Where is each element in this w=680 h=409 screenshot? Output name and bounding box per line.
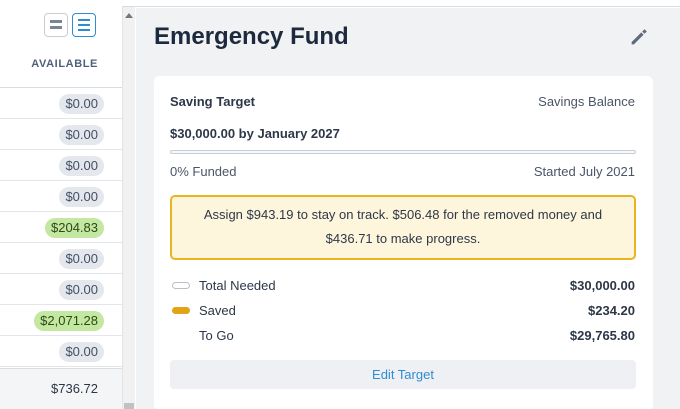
saved-value: $234.20 (588, 303, 635, 318)
available-amount-pill[interactable]: $0.00 (59, 187, 104, 207)
available-amount-pill[interactable]: $2,071.28 (34, 311, 104, 331)
list-view-button[interactable] (72, 13, 96, 37)
to-go-label: To Go (199, 328, 234, 343)
target-summary: $30,000.00 by January 2027 (170, 126, 340, 141)
inspector-title: Emergency Fund (154, 23, 349, 50)
pencil-edit-icon[interactable] (628, 26, 650, 48)
available-row: $0.00 (0, 150, 122, 181)
saved-label: Saved (199, 303, 236, 318)
savings-balance-label: Savings Balance (538, 94, 635, 109)
available-row: $0.00 (0, 243, 122, 274)
available-total-value: $736.72 (51, 381, 98, 396)
scroll-up-arrow-icon[interactable] (125, 13, 133, 18)
alert-line-1: Assign $943.19 to stay on track. $506.48… (203, 207, 603, 222)
started-date: Started July 2021 (533, 164, 635, 179)
available-column: AVAILABLE $0.00 $0.00 $0.00 $0.00 $204.83 $0.… (0, 0, 122, 409)
available-row: $204.83 (0, 212, 122, 243)
saved-swatch (172, 307, 190, 314)
total-needed-value: $30,000.00 (569, 278, 635, 293)
available-row: $0.00 (0, 181, 122, 212)
grid-view-button[interactable] (44, 13, 68, 37)
available-amount-pill[interactable]: $0.00 (59, 280, 104, 300)
alert-line-2: $436.71 to make progress. (325, 231, 481, 246)
available-amount-pill[interactable]: $0.00 (59, 94, 104, 114)
target-card: Saving Target Savings Balance $30,000.00… (154, 76, 653, 409)
funded-percent: 0% Funded (170, 164, 237, 179)
available-row: $0.00 (0, 336, 122, 367)
edit-target-button[interactable]: Edit Target (170, 360, 636, 389)
available-amount-pill[interactable]: $0.00 (59, 342, 104, 362)
available-row: $0.00 (0, 274, 122, 305)
total-needed-label: Total Needed (199, 278, 276, 293)
target-progress-bar (170, 150, 636, 154)
on-track-alert: Assign $943.19 to stay on track. $506.48… (170, 195, 636, 260)
scroll-thumb[interactable] (124, 403, 134, 409)
available-amount-pill[interactable]: $0.00 (59, 156, 104, 176)
available-column-header[interactable]: AVAILABLE (0, 58, 122, 70)
category-inspector: Emergency Fund Saving Target Savings Bal… (136, 8, 680, 409)
scrollbar[interactable] (122, 7, 135, 409)
available-row: $0.00 (0, 119, 122, 150)
available-amount-pill[interactable]: $0.00 (59, 125, 104, 145)
available-amount-pill[interactable]: $204.83 (45, 218, 104, 238)
total-needed-swatch (172, 282, 190, 289)
available-total-row: $736.72 (0, 368, 122, 409)
available-row: $0.00 (0, 88, 122, 119)
to-go-value: $29,765.80 (569, 328, 635, 343)
available-row: $2,071.28 (0, 305, 122, 336)
available-amount-pill[interactable]: $0.00 (59, 249, 104, 269)
saving-target-label: Saving Target (170, 94, 256, 109)
